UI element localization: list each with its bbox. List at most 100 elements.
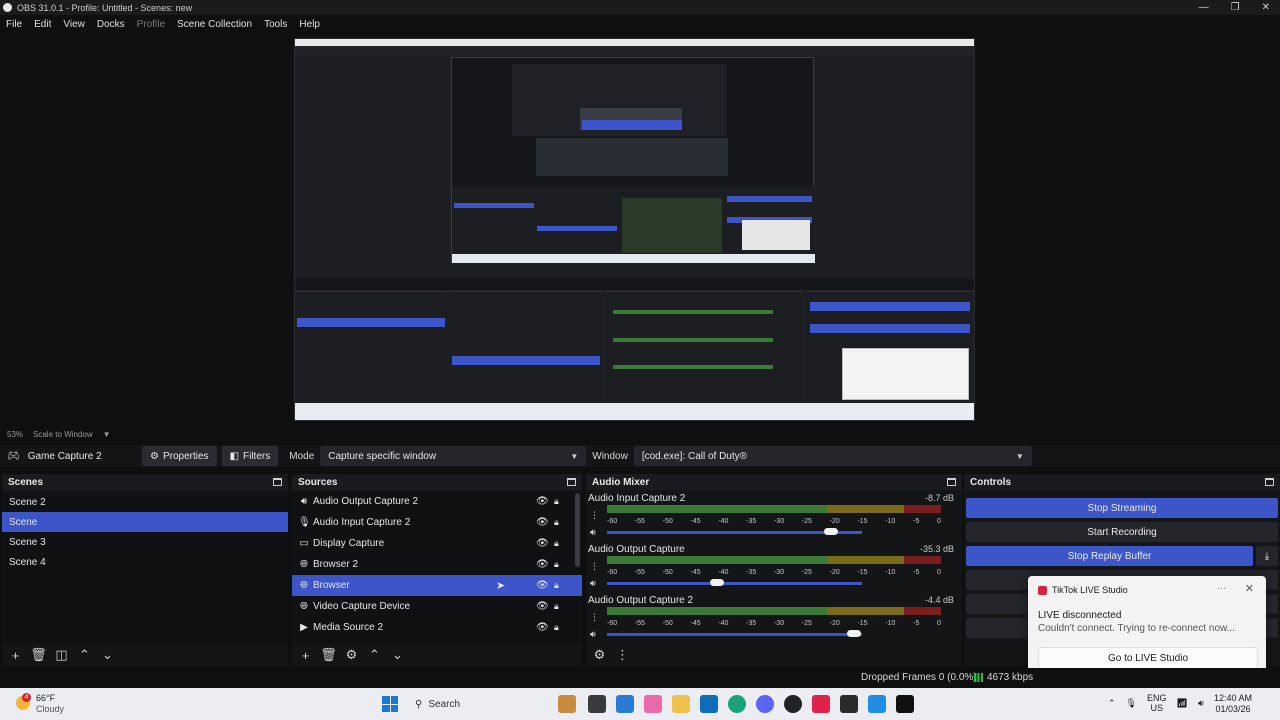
menu-help[interactable]: Help [293, 19, 326, 30]
kebab-menu-icon[interactable]: ⋮ [614, 647, 631, 663]
lock-icon[interactable]: 🔒︎ [554, 601, 559, 612]
taskbar-app-icon[interactable] [558, 695, 576, 713]
minimize-button[interactable]: — [1199, 0, 1209, 15]
clock[interactable]: 12:40 AM 01/03/26 [1214, 693, 1252, 715]
menu-docks[interactable]: Docks [91, 19, 131, 30]
go-to-live-studio-button[interactable]: Go to LIVE Studio [1038, 647, 1258, 669]
close-icon[interactable]: ✕ [1245, 582, 1254, 595]
close-window-button[interactable]: ✕ [1262, 0, 1270, 15]
filters-icon[interactable]: ◫ [53, 647, 70, 663]
source-item[interactable]: 🌐︎ Browser 2 👁︎ 🔒︎ [292, 554, 582, 575]
stop-streaming-button[interactable]: Stop Streaming [966, 498, 1278, 518]
add-icon[interactable]: + [297, 648, 314, 663]
weather-widget[interactable]: 4 66°F Cloudy [16, 693, 64, 715]
store-icon[interactable] [700, 695, 718, 713]
source-item[interactable]: ▶ Media Source 2 👁︎ 🔒︎ [292, 617, 582, 638]
chevron-down-icon[interactable]: ▼ [103, 430, 111, 439]
eye-icon[interactable]: 👁︎ [536, 517, 549, 528]
stop-replay-buffer-button[interactable]: Stop Replay Buffer [966, 546, 1253, 566]
arrow-down-icon[interactable]: ⌄ [99, 647, 116, 663]
menu-scene-collection[interactable]: Scene Collection [171, 19, 258, 30]
undock-icon[interactable] [1265, 478, 1274, 486]
source-item[interactable]: ▭ Display Capture 👁︎ 🔒︎ [292, 533, 582, 554]
properties-button[interactable]: ⚙ Properties [142, 446, 217, 466]
kebab-menu-icon[interactable]: ⋮ [590, 558, 599, 575]
filters-button[interactable]: ◧ Filters [221, 446, 279, 466]
kebab-menu-icon[interactable]: ⋮ [590, 609, 599, 626]
arrow-down-icon[interactable]: ⌄ [389, 647, 406, 663]
arrow-up-icon[interactable]: ⌃ [366, 647, 383, 663]
more-options-icon[interactable]: ··· [1217, 583, 1226, 593]
taskbar-app-icon[interactable] [588, 695, 606, 713]
lock-icon[interactable]: 🔒︎ [554, 580, 559, 591]
source-item[interactable]: 🎙︎ Audio Input Capture 2 👁︎ 🔒︎ [292, 512, 582, 533]
eye-icon[interactable]: 👁︎ [536, 601, 549, 612]
menu-file[interactable]: File [0, 19, 28, 30]
arrow-up-icon[interactable]: ⌃ [76, 647, 93, 663]
undock-icon[interactable] [567, 478, 576, 486]
volume-slider-track[interactable] [607, 633, 862, 636]
menu-view[interactable]: View [57, 19, 91, 30]
cod-icon[interactable] [896, 695, 914, 713]
taskbar-app-icon[interactable] [868, 695, 886, 713]
eye-icon[interactable]: 👁︎ [536, 538, 549, 549]
speaker-icon[interactable]: 🔊︎ [590, 524, 599, 541]
tiktok-icon[interactable] [812, 695, 830, 713]
volume-slider-handle[interactable] [824, 528, 839, 535]
scene-item-selected[interactable]: Scene [2, 512, 288, 532]
kebab-menu-icon[interactable]: ⋮ [590, 507, 599, 524]
obs-taskbar-icon[interactable] [784, 695, 802, 713]
volume-slider-track[interactable] [607, 582, 862, 585]
microphone-icon[interactable]: 🎙︎ [1126, 698, 1137, 709]
lock-icon[interactable]: 🔒︎ [554, 559, 559, 570]
eye-icon[interactable]: 👁︎ [536, 580, 549, 591]
source-item-selected[interactable]: 🌐︎ Browser ➤ 👁︎ 🔒︎ [292, 575, 582, 596]
speaker-icon[interactable]: 🔊︎ [590, 626, 599, 643]
preview-canvas[interactable] [294, 38, 975, 421]
taskbar-search[interactable]: ⚲ Search [406, 692, 558, 716]
lock-icon[interactable]: 🔒︎ [554, 622, 559, 633]
mode-select[interactable]: Capture specific window ▼ [320, 446, 587, 466]
maximize-button[interactable]: ❐ [1231, 0, 1240, 15]
window-select[interactable]: [cod.exe]: Call of Duty® ▼ [633, 446, 1032, 466]
sources-scrollbar[interactable] [575, 493, 580, 567]
add-icon[interactable]: + [7, 648, 24, 663]
lock-icon[interactable]: 🔒︎ [554, 517, 559, 528]
taskbar-app-icon[interactable] [616, 695, 634, 713]
terminal-icon[interactable] [840, 695, 858, 713]
taskbar-app-icon[interactable] [644, 695, 662, 713]
eye-icon[interactable]: 👁︎ [536, 496, 549, 507]
language-indicator[interactable]: ENG US [1147, 693, 1167, 713]
trash-icon[interactable]: 🗑︎ [30, 647, 47, 663]
lock-icon[interactable]: 🔒︎ [554, 496, 559, 507]
undock-icon[interactable] [273, 478, 282, 486]
speaker-icon[interactable]: 🔊︎ [590, 575, 599, 592]
network-icon[interactable]: 📶︎ [1177, 698, 1188, 709]
scale-mode[interactable]: Scale to Window [33, 430, 93, 439]
gear-icon[interactable]: ⚙ [343, 647, 360, 663]
eye-icon[interactable]: 👁︎ [536, 559, 549, 570]
chevron-up-icon[interactable]: ⌃ [1108, 698, 1116, 709]
source-item[interactable]: 🔊︎ Audio Output Capture 2 👁︎ 🔒︎ [292, 491, 582, 512]
menu-edit[interactable]: Edit [28, 19, 57, 30]
menu-profile[interactable]: Profile [131, 19, 171, 30]
scene-item[interactable]: Scene 2 [2, 492, 288, 512]
menu-tools[interactable]: Tools [258, 19, 293, 30]
volume-icon[interactable]: 🔊︎ [1198, 698, 1204, 709]
scene-item[interactable]: Scene 3 [2, 532, 288, 552]
edge-icon[interactable] [728, 695, 746, 713]
folder-icon[interactable] [672, 695, 690, 713]
discord-icon[interactable] [756, 695, 774, 713]
volume-slider-handle[interactable] [709, 579, 724, 586]
lock-icon[interactable]: 🔒︎ [554, 538, 559, 549]
scene-item[interactable]: Scene 4 [2, 552, 288, 572]
start-recording-button[interactable]: Start Recording [966, 522, 1278, 542]
trash-icon[interactable]: 🗑︎ [320, 647, 337, 663]
source-item[interactable]: 🌐︎ Video Capture Device 👁︎ 🔒︎ [292, 596, 582, 617]
windows-start-icon[interactable] [382, 696, 398, 712]
gear-icon[interactable]: ⚙ [591, 647, 608, 663]
undock-icon[interactable] [947, 478, 956, 486]
save-replay-icon[interactable]: ⤓ [1256, 546, 1278, 566]
eye-icon[interactable]: 👁︎ [536, 622, 549, 633]
volume-slider-handle[interactable] [847, 630, 862, 637]
